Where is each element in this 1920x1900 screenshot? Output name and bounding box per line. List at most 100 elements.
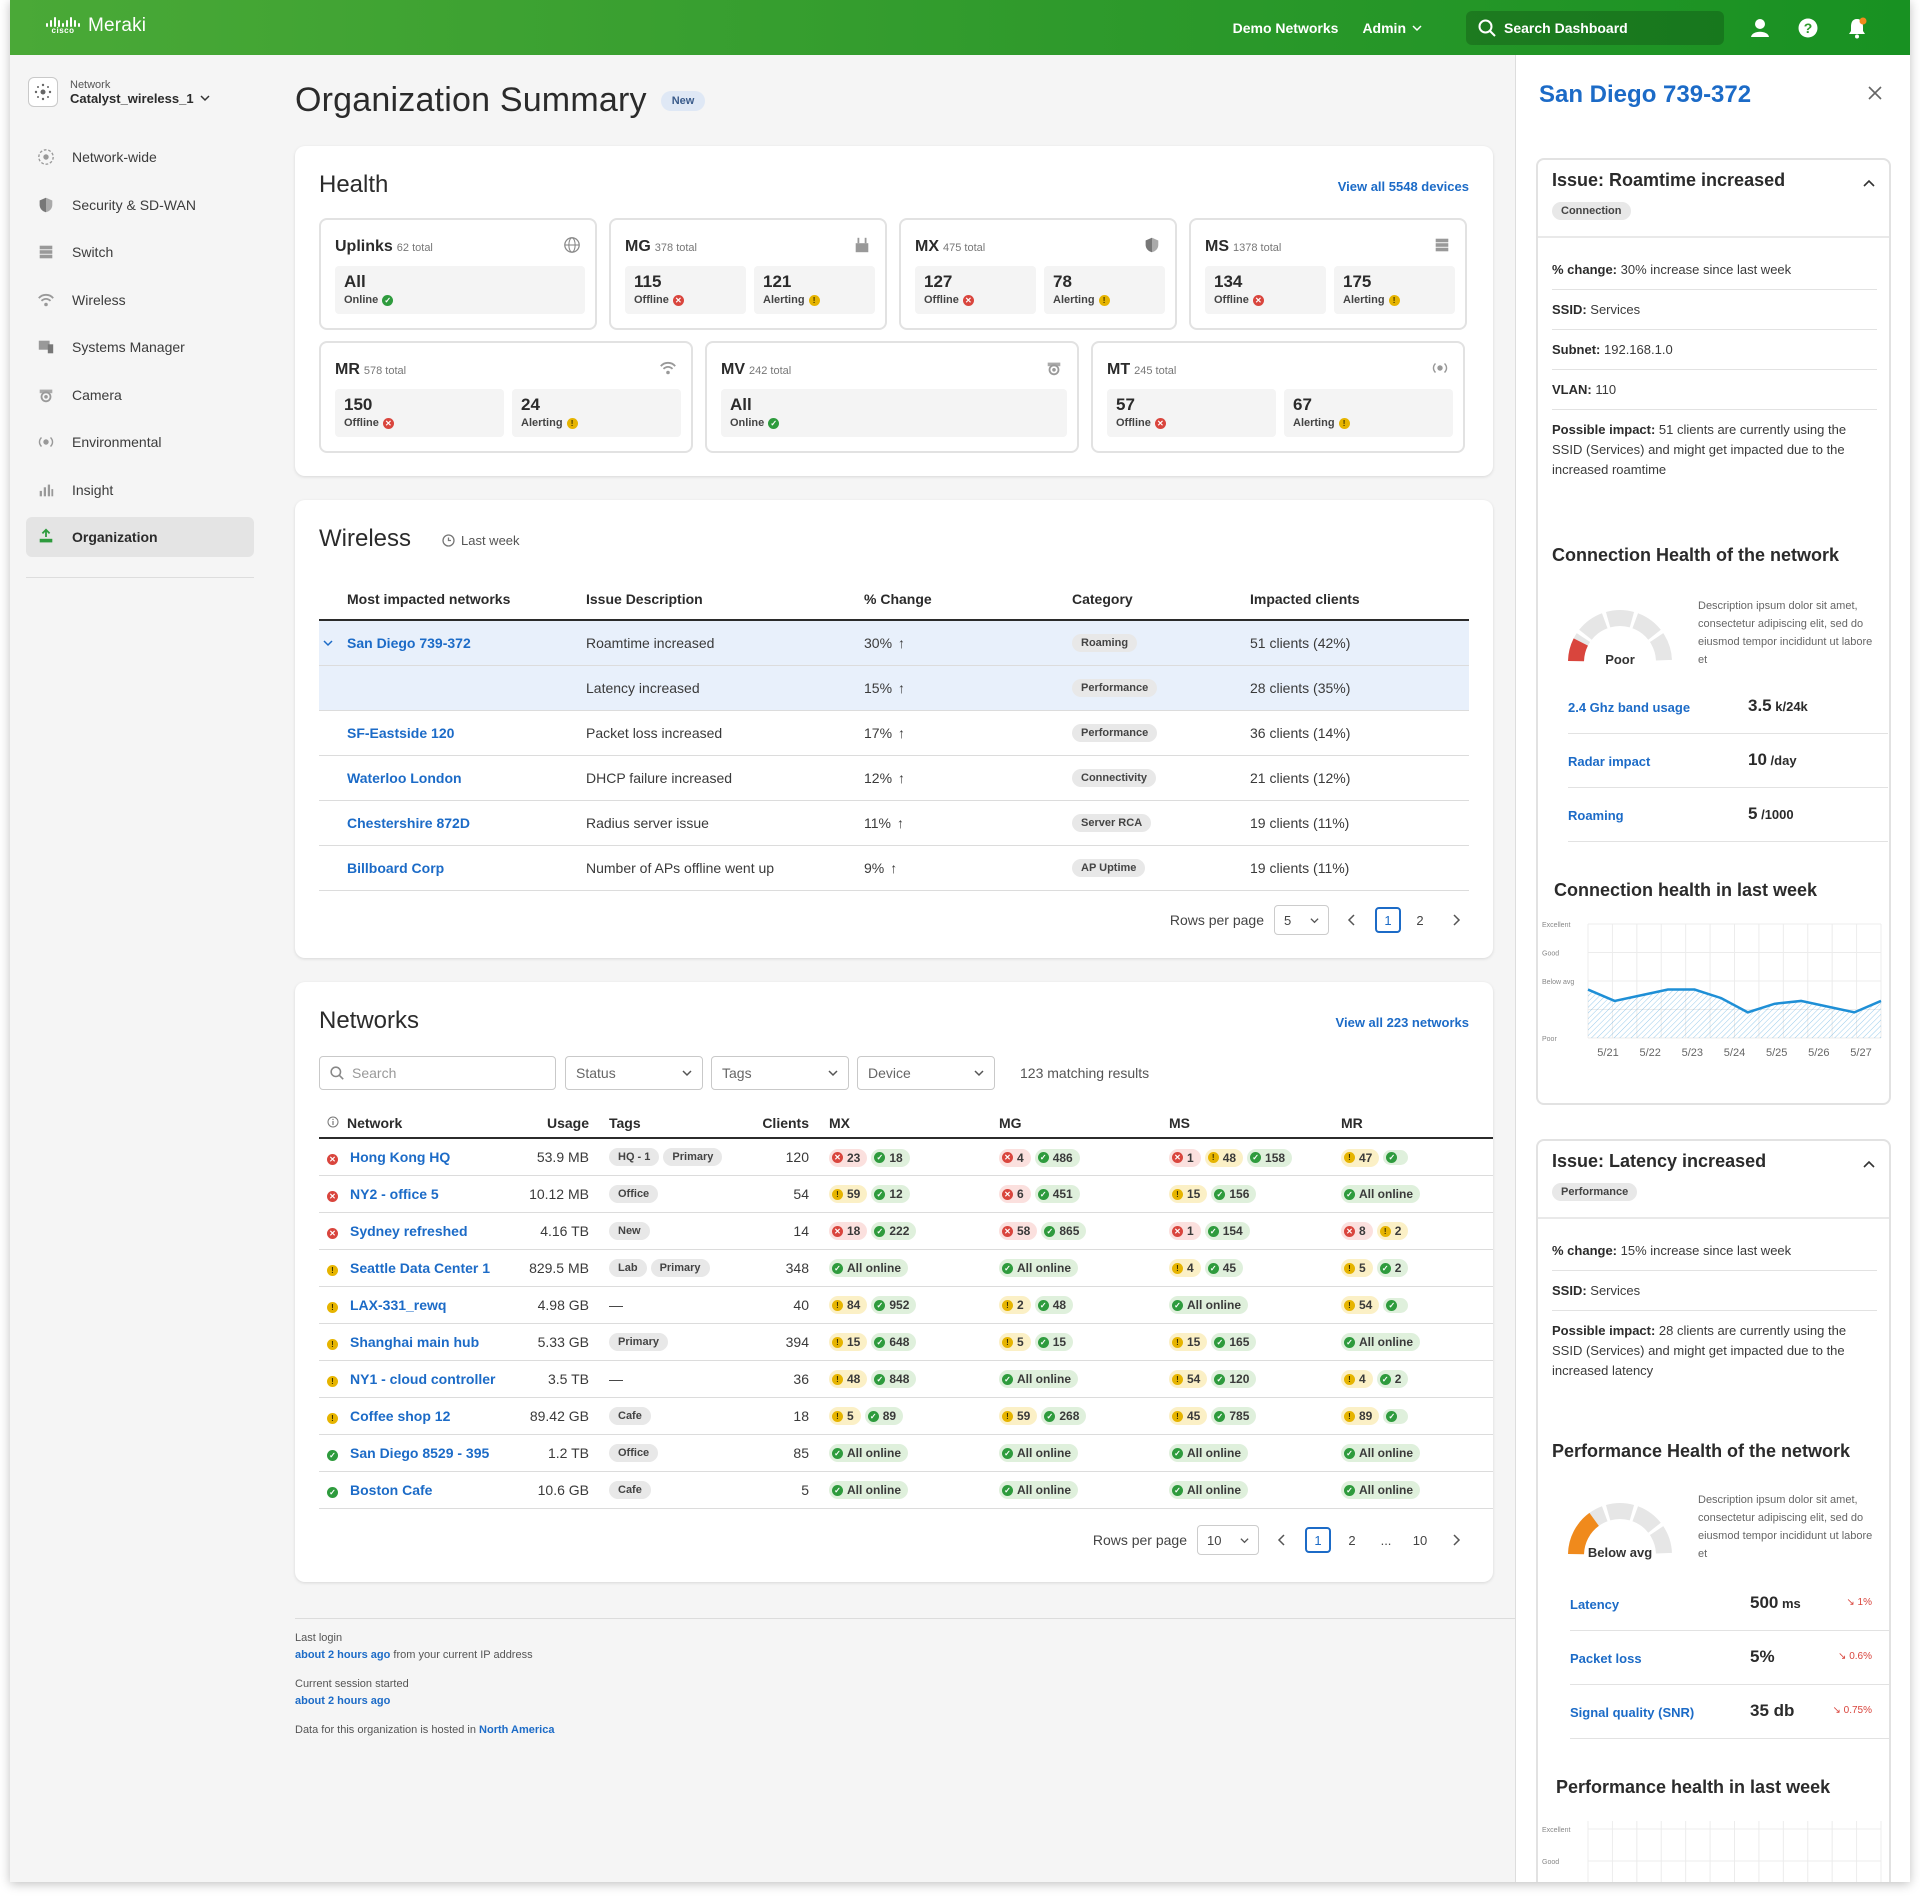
status-box[interactable]: 78 Alerting!	[1044, 266, 1165, 314]
status-pill[interactable]: ! 84	[829, 1296, 868, 1315]
status-pill[interactable]: ! 45	[1169, 1407, 1208, 1426]
status-pill[interactable]: ✕ 8	[1341, 1222, 1373, 1241]
table-row[interactable]: ✕ NY2 - office 5 10.12 MB Office 54! 59 ✓ 12 ✕ 6 ✓…	[319, 1175, 1493, 1213]
hosted-region-link[interactable]: North America	[479, 1724, 554, 1736]
column-header[interactable]: % Change	[864, 578, 1072, 621]
status-pill[interactable]: ✓ 268	[1041, 1407, 1087, 1426]
status-pill[interactable]: ! 5	[999, 1333, 1031, 1352]
table-row[interactable]: Latency increased 15% ↑ Performance 28 clien…	[319, 665, 1469, 711]
chevron-up-icon[interactable]	[1863, 1155, 1875, 1173]
network-link[interactable]: Shanghai main hub	[350, 1334, 479, 1350]
last-login-link[interactable]: about 2 hours ago	[295, 1649, 390, 1661]
status-pill[interactable]: ! 48	[829, 1370, 868, 1389]
sidebar-item-systems-manager[interactable]: Systems Manager	[26, 327, 254, 367]
network-link[interactable]: Waterloo London	[347, 770, 462, 786]
column-header[interactable]: MG	[999, 1108, 1169, 1139]
health-tile-mg[interactable]: MG 378 total 115 Offline ✕ 121 Alerting!	[609, 218, 887, 330]
status-pill[interactable]: ✓ 848	[871, 1370, 917, 1389]
table-row[interactable]: ! LAX-331_rewq 4.98 GB —40! 84 ✓ 952! 2 ✓ 48 ✓ All …	[319, 1286, 1493, 1324]
column-header[interactable]: Clients	[749, 1108, 829, 1139]
filter-device[interactable]: Device	[857, 1056, 995, 1090]
admin-menu[interactable]: Admin	[1362, 20, 1422, 36]
tag-chip[interactable]: New	[609, 1222, 650, 1240]
health-tile-ms[interactable]: MS 1378 total 134 Offline ✕ 175 Alerting!	[1189, 218, 1467, 330]
status-pill[interactable]: ✓ 865	[1041, 1222, 1087, 1241]
status-pill[interactable]: ! 15	[829, 1333, 868, 1352]
page-button[interactable]: 1	[1305, 1527, 1331, 1553]
tag-chip[interactable]: Cafe	[609, 1481, 651, 1499]
table-row[interactable]: ! Shanghai main hub 5.33 GB Primary 394! 15 ✓ 6…	[319, 1323, 1493, 1361]
status-pill[interactable]: ✓	[1383, 1150, 1409, 1165]
status-pill[interactable]: ✓ All online	[999, 1481, 1078, 1500]
status-pill[interactable]: ! 2	[1376, 1222, 1409, 1241]
status-box[interactable]: 67 Alerting!	[1284, 389, 1453, 437]
next-page-button[interactable]	[1443, 907, 1469, 933]
notification-bell-icon[interactable]	[1846, 17, 1868, 39]
health-tile-mt[interactable]: MT 245 total 57 Offline ✕ 67 Alerting!	[1091, 341, 1465, 453]
page-button[interactable]: 2	[1339, 1527, 1365, 1553]
table-row[interactable]: SF-Eastside 120 Packet loss increased 17% ↑…	[319, 710, 1469, 756]
network-link[interactable]: LAX-331_rewq	[350, 1297, 446, 1313]
period-filter[interactable]: Last week	[442, 533, 520, 548]
status-pill[interactable]: ! 2	[999, 1296, 1031, 1315]
table-row[interactable]: ✓ San Diego 8529 - 395 1.2 TB Office 85 ✓ All …	[319, 1434, 1493, 1472]
prev-page-button[interactable]	[1339, 907, 1365, 933]
status-pill[interactable]: ✓ All online	[1169, 1481, 1248, 1500]
demo-networks-link[interactable]: Demo Networks	[1233, 20, 1339, 36]
metric-label-link[interactable]: Roaming	[1568, 808, 1624, 823]
tag-chip[interactable]: Primary	[609, 1333, 668, 1351]
status-pill[interactable]: ✓ 89	[864, 1407, 904, 1426]
status-box[interactable]: 175 Alerting!	[1334, 266, 1455, 314]
status-pill[interactable]: ✓ 45	[1204, 1259, 1244, 1278]
filter-tags[interactable]: Tags	[711, 1056, 849, 1090]
search-dashboard-input[interactable]: Search Dashboard	[1466, 10, 1724, 45]
status-pill[interactable]: ✓ 648	[871, 1333, 917, 1352]
sidebar-item-organization[interactable]: Organization	[26, 517, 254, 557]
table-row[interactable]: Billboard Corp Number of APs offline went…	[319, 845, 1469, 891]
metric-label-link[interactable]: Packet loss	[1570, 1651, 1642, 1666]
status-pill[interactable]: ! 48	[1204, 1148, 1244, 1167]
tag-chip[interactable]: HQ - 1	[609, 1148, 660, 1167]
status-pill[interactable]: ✕ 6	[999, 1185, 1031, 1204]
tag-chip[interactable]: Cafe	[609, 1407, 651, 1425]
status-pill[interactable]: ✓ 156	[1211, 1185, 1257, 1204]
status-pill[interactable]: ✓ All online	[829, 1481, 908, 1500]
network-link[interactable]: Boston Cafe	[350, 1482, 432, 1498]
sidebar-item-switch[interactable]: Switch	[26, 232, 254, 272]
status-pill[interactable]: ! 89	[1341, 1407, 1380, 1426]
status-pill[interactable]: ! 54	[1341, 1296, 1380, 1315]
status-pill[interactable]: ✓	[1383, 1408, 1409, 1424]
status-box[interactable]: 150 Offline ✕	[335, 389, 504, 437]
status-pill[interactable]: ! 59	[829, 1185, 868, 1204]
column-header[interactable]: Issue Description	[586, 578, 864, 621]
sidebar-item-insight[interactable]: Insight	[26, 470, 254, 510]
sidebar-item-wireless[interactable]: Wireless	[26, 280, 254, 320]
filter-status[interactable]: Status	[565, 1056, 703, 1090]
chevron-up-icon[interactable]	[1863, 174, 1875, 192]
sidebar-item-network-wide[interactable]: Network-wide	[26, 137, 254, 177]
network-link[interactable]: San Diego 8529 - 395	[350, 1445, 489, 1461]
table-row[interactable]: ! Coffee shop 12 89.42 GB Cafe 18! 5 ✓ 89! 59 ✓ 26…	[319, 1397, 1493, 1435]
network-link[interactable]: Billboard Corp	[347, 860, 444, 876]
status-pill[interactable]: ✕ 18	[829, 1222, 868, 1241]
page-button[interactable]: 1	[1375, 907, 1401, 933]
network-link[interactable]: Hong Kong HQ	[350, 1149, 450, 1165]
network-search-input[interactable]: Search	[319, 1056, 556, 1090]
status-pill[interactable]: ✓ All online	[1341, 1185, 1420, 1204]
table-row[interactable]: ! Seattle Data Center 1 829.5 MB Lab Primary…	[319, 1249, 1493, 1287]
sidebar-item-camera[interactable]: Camera	[26, 375, 254, 415]
tag-chip[interactable]: Lab	[609, 1259, 647, 1277]
status-pill[interactable]: ✓ All online	[1341, 1481, 1420, 1500]
sidebar-item-security-sd-wan[interactable]: Security & SD-WAN	[26, 185, 254, 225]
metric-label-link[interactable]: Latency	[1570, 1597, 1619, 1612]
network-link[interactable]: NY1 - cloud controller	[350, 1371, 495, 1387]
status-pill[interactable]: ! 15	[1169, 1185, 1208, 1204]
table-row[interactable]: San Diego 739-372 Roamtime increased 30% ↑ R…	[319, 620, 1469, 666]
close-icon[interactable]	[1868, 80, 1882, 106]
status-pill[interactable]: ✓ 486	[1034, 1148, 1080, 1167]
network-selector[interactable]: Network Catalyst_wireless_1	[28, 77, 210, 107]
table-row[interactable]: ! NY1 - cloud controller 3.5 TB —36! 48 ✓ 848 ✓…	[319, 1360, 1493, 1398]
column-header[interactable]: Category	[1072, 578, 1250, 621]
prev-page-button[interactable]	[1269, 1527, 1295, 1553]
rows-per-page-select[interactable]: 10	[1197, 1525, 1259, 1555]
